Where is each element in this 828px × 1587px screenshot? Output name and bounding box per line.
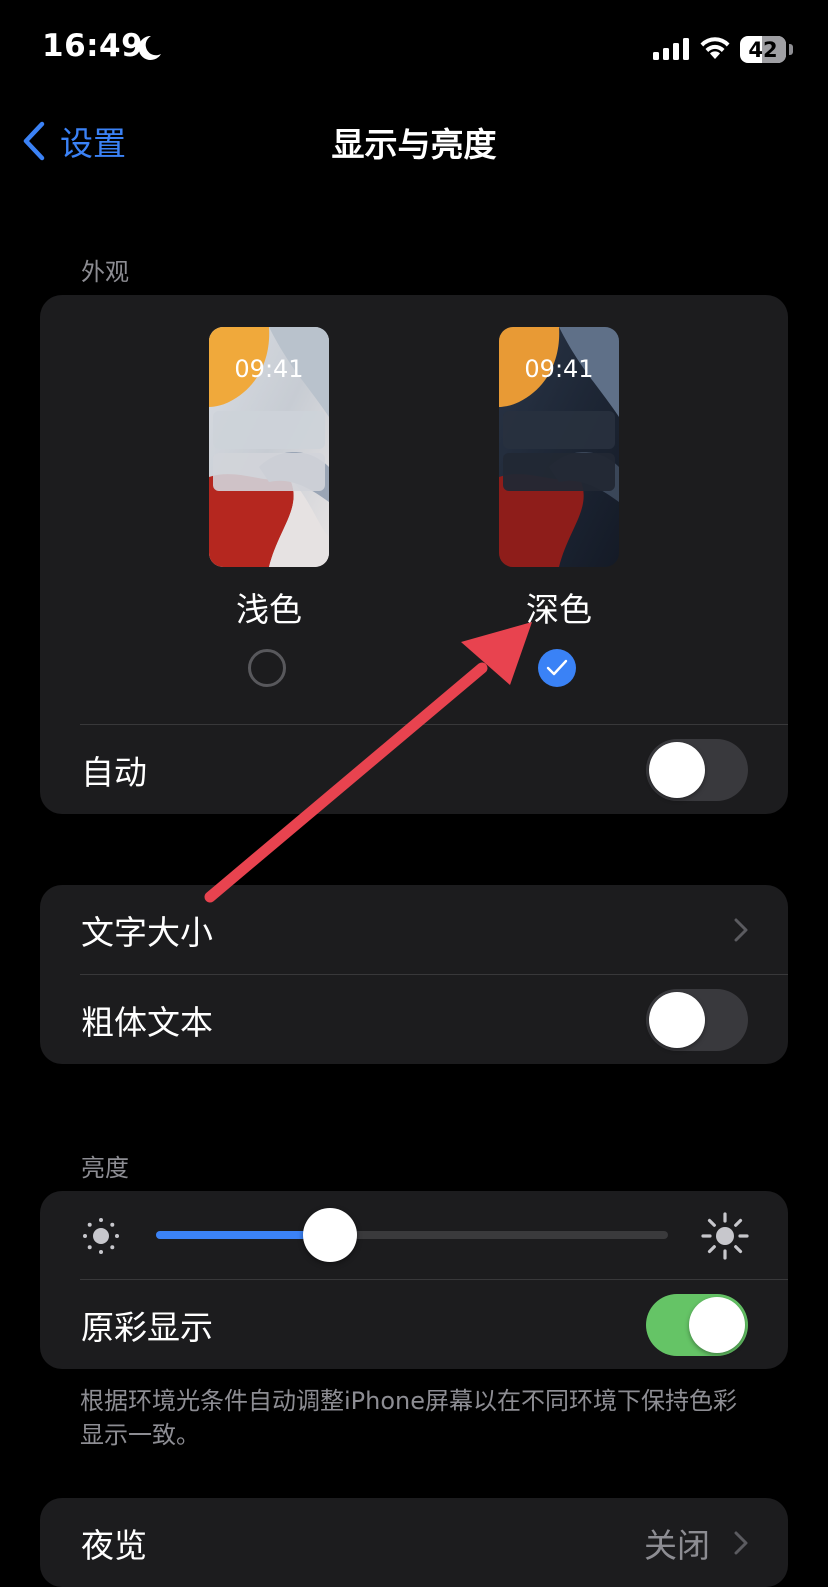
dark-preview-widget bbox=[503, 411, 615, 449]
sun-min-icon bbox=[83, 1218, 119, 1254]
brightness-slider-row bbox=[40, 1191, 788, 1279]
true-tone-row: 原彩显示 bbox=[40, 1280, 788, 1369]
light-mode-radio[interactable] bbox=[248, 649, 286, 687]
true-tone-label: 原彩显示 bbox=[81, 1307, 213, 1347]
night-shift-label: 夜览 bbox=[81, 1525, 147, 1565]
page-title: 显示与亮度 bbox=[331, 125, 497, 164]
light-preview-widget bbox=[213, 453, 325, 491]
bold-text-label: 粗体文本 bbox=[81, 1002, 213, 1042]
sun-max-icon bbox=[701, 1212, 749, 1260]
bold-text-row: 粗体文本 bbox=[40, 975, 788, 1064]
appearance-header: 外观 bbox=[81, 258, 129, 286]
bold-text-toggle[interactable] bbox=[646, 988, 748, 1051]
light-mode-label: 浅色 bbox=[236, 590, 302, 629]
text-size-label: 文字大小 bbox=[81, 912, 213, 952]
text-settings-group: 文字大小 粗体文本 bbox=[40, 885, 788, 1064]
dark-mode-preview[interactable]: 09:41 bbox=[499, 327, 619, 567]
night-shift-group: 夜览 关闭 bbox=[40, 1498, 788, 1587]
chevron-right-icon bbox=[734, 1531, 748, 1554]
brightness-slider[interactable] bbox=[156, 1208, 668, 1262]
checkmark-icon bbox=[546, 659, 568, 676]
dark-preview-time: 09:41 bbox=[524, 355, 594, 383]
moon-icon bbox=[138, 35, 161, 60]
toggle-knob bbox=[689, 1296, 745, 1353]
night-shift-value: 关闭 bbox=[644, 1525, 710, 1565]
chevron-right-icon bbox=[734, 918, 748, 941]
status-time: 16:49 bbox=[42, 28, 144, 64]
light-preview-time: 09:41 bbox=[234, 355, 304, 383]
toggle-knob bbox=[649, 741, 705, 798]
wifi-icon bbox=[700, 37, 730, 59]
dark-mode-radio[interactable] bbox=[538, 649, 576, 687]
brightness-header: 亮度 bbox=[81, 1154, 129, 1182]
auto-toggle[interactable] bbox=[646, 738, 748, 801]
toggle-knob bbox=[649, 991, 705, 1048]
auto-label: 自动 bbox=[81, 752, 147, 792]
appearance-group: 09:41 09:41 浅色 深色 自动 bbox=[40, 295, 788, 814]
battery-level: 42 bbox=[748, 37, 778, 62]
dark-mode-label: 深色 bbox=[526, 590, 592, 629]
light-mode-preview[interactable]: 09:41 bbox=[209, 327, 329, 567]
auto-row: 自动 bbox=[40, 725, 788, 814]
true-tone-description: 根据环境光条件自动调整iPhone屏幕以在不同环境下保持色彩显示一致。 bbox=[80, 1387, 738, 1449]
cellular-signal-icon bbox=[653, 38, 689, 60]
dark-preview-widget bbox=[503, 453, 615, 491]
true-tone-toggle[interactable] bbox=[646, 1293, 748, 1356]
text-size-row[interactable]: 文字大小 bbox=[40, 885, 788, 974]
night-shift-row[interactable]: 夜览 关闭 bbox=[40, 1498, 788, 1587]
brightness-slider-thumb[interactable] bbox=[303, 1208, 358, 1262]
brightness-group: 原彩显示 bbox=[40, 1191, 788, 1369]
light-preview-widget bbox=[213, 411, 325, 449]
battery-cap bbox=[789, 44, 793, 55]
